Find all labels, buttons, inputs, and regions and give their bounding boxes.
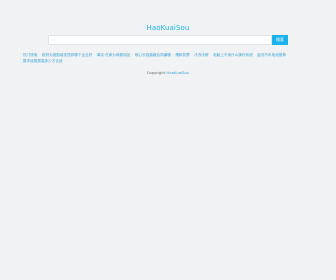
search-bar: 搜索 [48,35,288,45]
link-row-1: 热门搜索 政府为激励增发债券哪个企业好 事实·在家为母婴用品 唯心长钱婚姻合同编… [23,52,318,58]
hot-link[interactable]: 数学经费提高多少才合适 [23,58,63,64]
hot-link[interactable]: 电脑上不用什么操作系统 [213,52,253,58]
hot-link[interactable]: 爆款机票 [175,52,189,58]
hot-link[interactable]: 事实·在家为母婴用品 [97,52,131,58]
copyright-label: Copyright [146,70,166,75]
copyright-link[interactable]: HaoKuaiSou [167,70,190,75]
search-input[interactable] [48,35,272,45]
search-button[interactable]: 搜索 [272,35,288,45]
hot-link[interactable]: 唯心长钱婚姻合同编辑 [135,52,171,58]
link-row-2: 数学经费提高多少才合适 [23,58,318,64]
copyright: Copyright HaoKuaiSou [0,70,336,75]
site-logo[interactable]: HaoKuaiSou [0,24,336,32]
hot-link[interactable]: 冷冻冷鲜 [194,52,208,58]
hot-link[interactable]: 盐河汽车电池推荐 [257,52,286,58]
hot-search-links: 热门搜索 政府为激励增发债券哪个企业好 事实·在家为母婴用品 唯心长钱婚姻合同编… [23,52,318,64]
